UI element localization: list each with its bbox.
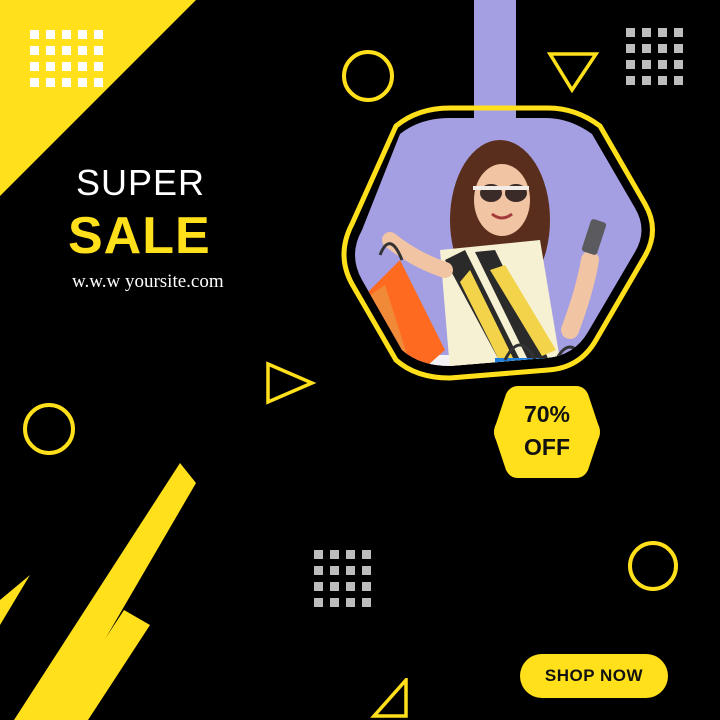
- triangle-outline-icon: [266, 361, 317, 405]
- triangle-outline-icon: [546, 52, 600, 94]
- triangle-outline-icon: [370, 678, 408, 718]
- hexagon-photo-frame: [341, 105, 655, 381]
- headline-super: SUPER: [76, 162, 206, 203]
- website-url[interactable]: w.w.w yoursite.com: [72, 271, 224, 293]
- gray-dot-grid-bottom: [314, 550, 371, 607]
- white-dot-grid: [30, 30, 110, 87]
- circle-outline-icon: [342, 50, 394, 102]
- headline-sale: SALE: [68, 207, 211, 265]
- yellow-stripes: [0, 463, 196, 720]
- discount-percent: 70%: [523, 401, 571, 427]
- circle-outline-icon: [628, 541, 678, 591]
- shop-now-button[interactable]: SHOP NOW: [520, 654, 668, 698]
- discount-off: OFF: [524, 434, 570, 460]
- circle-outline-icon: [23, 403, 75, 455]
- sale-banner: SUPER SALE w.w.w yoursite.com 70% OFF SH…: [0, 0, 720, 720]
- gray-dot-grid-top: [626, 28, 683, 85]
- discount-badge: 70% OFF: [492, 398, 602, 464]
